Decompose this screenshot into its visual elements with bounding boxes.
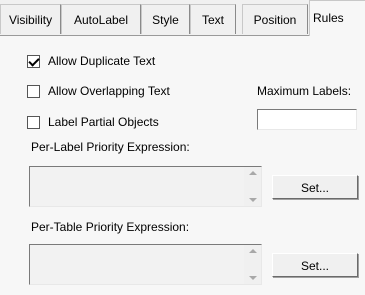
tab-autolabel[interactable]: AutoLabel (61, 4, 141, 34)
rules-panel: Allow Duplicate Text Allow Overlapping T… (0, 35, 365, 295)
label-partial-objects-label: Label Partial Objects (48, 115, 159, 129)
per-table-set-button[interactable]: Set... (272, 253, 358, 277)
allow-duplicate-text-option[interactable]: Allow Duplicate Text (27, 53, 155, 69)
tab-strip: Visibility AutoLabel Style Text Position… (0, 0, 365, 36)
per-table-scrollbar[interactable] (244, 245, 261, 284)
checkmark-icon (28, 54, 40, 67)
tab-rules[interactable]: Rules (309, 0, 365, 36)
allow-overlapping-text-label: Allow Overlapping Text (48, 84, 170, 98)
maximum-labels-input[interactable] (257, 109, 357, 130)
tab-text[interactable]: Text (190, 4, 236, 34)
scroll-down-icon[interactable] (248, 276, 257, 280)
dialog-root: Visibility AutoLabel Style Text Position… (0, 0, 365, 295)
label-partial-objects-checkbox[interactable] (27, 115, 40, 129)
per-table-priority-label: Per-Table Priority Expression: (31, 220, 190, 234)
allow-overlapping-text-option[interactable]: Allow Overlapping Text (27, 83, 170, 99)
per-label-scrollbar[interactable] (244, 167, 261, 206)
tab-position[interactable]: Position (242, 4, 308, 34)
allow-overlapping-text-checkbox[interactable] (27, 84, 40, 98)
per-label-set-button[interactable]: Set... (272, 175, 358, 199)
per-label-priority-input[interactable] (29, 166, 262, 207)
scroll-down-icon[interactable] (248, 198, 257, 202)
per-label-priority-label: Per-Label Priority Expression: (31, 140, 190, 154)
allow-duplicate-text-label: Allow Duplicate Text (48, 54, 156, 68)
allow-duplicate-text-checkbox[interactable] (27, 54, 40, 68)
per-table-priority-input[interactable] (29, 244, 262, 285)
tab-visibility[interactable]: Visibility (0, 4, 61, 34)
label-partial-objects-option[interactable]: Label Partial Objects (27, 114, 159, 130)
scroll-up-icon[interactable] (248, 249, 257, 253)
maximum-labels-label: Maximum Labels: (257, 84, 352, 98)
tab-style[interactable]: Style (141, 4, 190, 34)
scroll-up-icon[interactable] (248, 171, 257, 175)
